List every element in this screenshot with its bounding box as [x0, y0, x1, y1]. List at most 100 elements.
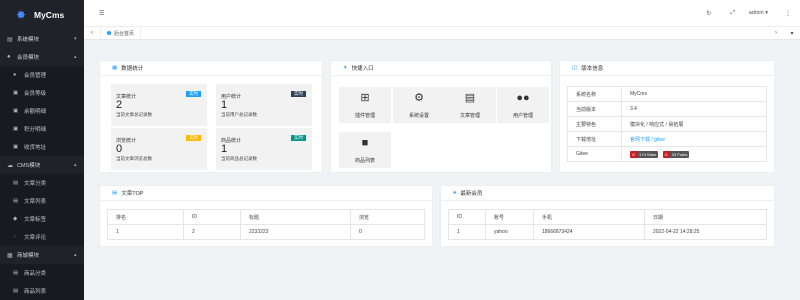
top-articles-card: ▤ 文章TOP 排名 ID 标题 浏览 1 2 2233223 0 [99, 185, 433, 247]
stat-value: 1 [221, 143, 228, 155]
sidebar-item-balance[interactable]: ▣ 余额明细 [0, 102, 84, 120]
sidebar-item-goods-list[interactable]: ▤ 商品列表 [0, 282, 84, 300]
stat-desc: 当前用户总记录数 [221, 112, 257, 117]
quick-article-button[interactable]: ▤ 文章管理 [444, 87, 496, 123]
sidebar-item-member-level[interactable]: ▣ 会员等级 [0, 84, 84, 102]
table-row[interactable]: 1 2 2233223 0 [107, 224, 425, 240]
stat-desc: 当前文章总记录数 [116, 112, 152, 117]
sidebar: ✸ MyCms ▤ 系统模块 ▾ ● 会员模块 ▴ ● 会员管理 ▣ 会员等级 … [0, 0, 84, 300]
tab-active-dot [107, 31, 111, 35]
list-icon: ▤ [13, 288, 19, 294]
sidebar-group-member[interactable]: ● 会员模块 ▴ [0, 48, 84, 66]
stat-users: 用户统计 实时 1 当前用户总记录数 [216, 84, 312, 126]
table-cell: 1 [448, 224, 486, 240]
sidebar-item-article-list[interactable]: ▤ 文章列表 [0, 192, 84, 210]
version-label: 系统名称 [567, 86, 622, 102]
stats-card-title: 数据统计 [121, 66, 144, 72]
sidebar-group-label: CMS模块 [17, 163, 41, 169]
shortcut-icon: ✦ [343, 65, 348, 71]
sidebar-item-label: 文章分类 [24, 181, 47, 187]
stat-badge: 实时 [291, 91, 306, 97]
quick-goods-button[interactable]: ■ 商品列表 [339, 132, 391, 168]
sidebar-item-label: 文章标签 [24, 217, 47, 223]
sidebar-group-label: 商城模块 [17, 253, 40, 259]
fullscreen-icon[interactable]: ⤢ [721, 10, 745, 17]
sidebar-item-label: 会员管理 [24, 73, 47, 79]
tab-menu-icon[interactable]: ▾ [784, 30, 800, 37]
version-header: ◫ 版本信息 [560, 61, 774, 76]
quick-label: 插件管理 [354, 113, 375, 119]
sidebar-item-label: 商品分类 [24, 271, 47, 277]
sidebar-item-address[interactable]: ▣ 收货地址 [0, 138, 84, 156]
table-cell: 0 [350, 224, 425, 240]
quick-entry-header: ✦ 快捷入口 [331, 61, 551, 76]
version-label: 主要特色 [567, 116, 622, 132]
file-icon: ▤ [464, 92, 476, 104]
refresh-icon[interactable]: ↻ [697, 10, 721, 17]
quick-entry-card: ✦ 快捷入口 ⊞ 插件管理 ⚙ 系统设置 ▤ 文章管理 ●● 用户管理 ■ 商品… [330, 60, 552, 173]
sidebar-item-label: 余额明细 [24, 109, 47, 115]
menu-fold-icon[interactable]: ☰ [99, 10, 104, 17]
column-header: 日期 [644, 209, 767, 225]
sidebar-item-article-category[interactable]: ▤ 文章分类 [0, 174, 84, 192]
list-icon: ▤ [13, 198, 19, 204]
quick-users-button[interactable]: ●● 用户管理 [497, 87, 549, 123]
sidebar-item-points[interactable]: ▣ 积分明细 [0, 120, 84, 138]
gitee-forks-badge[interactable]: G 33 Forks [662, 150, 690, 158]
stat-articles: 文章统计 实时 2 当前文章总记录数 [111, 84, 207, 126]
gitee-stars-badge[interactable]: G 174 Stars [630, 150, 659, 158]
latest-members-header: ● 最新会员 [441, 186, 774, 201]
table-row: Gitee G 174 Stars G 33 Forks [567, 146, 767, 162]
address-icon: ▣ [13, 144, 19, 150]
stat-badge: 实时 [186, 91, 201, 97]
users-icon: ● [7, 54, 11, 60]
sidebar-group-cms[interactable]: ☁ CMS模块 ▴ [0, 156, 84, 174]
tab-home[interactable]: 后台首页 [100, 26, 142, 40]
version-value: MyCms [621, 86, 767, 102]
sidebar-group-system[interactable]: ▤ 系统模块 ▾ [0, 30, 84, 48]
sidebar-item-goods-category[interactable]: ▤ 商品分类 [0, 264, 84, 282]
sidebar-group-shop[interactable]: ▦ 商城模块 ▴ [0, 246, 84, 264]
table-row[interactable]: 1 yahoo 18666873424 2022-04-22 14:28:25 [448, 224, 767, 240]
more-icon[interactable]: ⋮ [776, 10, 800, 17]
quick-plugin-button[interactable]: ⊞ 插件管理 [339, 87, 391, 123]
tag-icon: ◆ [13, 216, 18, 222]
sidebar-item-label: 会员等级 [24, 91, 47, 97]
logo[interactable]: ✸ MyCms [0, 0, 84, 30]
version-value: 3.4 [621, 101, 767, 117]
table-row: 下载地址 官网下载 / gitee [567, 131, 767, 147]
quick-label: 文章管理 [459, 113, 480, 119]
column-header: ID [183, 209, 241, 225]
chevron-up-icon: ▴ [74, 54, 77, 60]
users-icon: ● [453, 190, 457, 196]
version-label: 下载地址 [567, 131, 622, 147]
quick-settings-button[interactable]: ⚙ 系统设置 [393, 87, 445, 123]
sidebar-group-label: 系统模块 [17, 37, 40, 43]
stat-badge: 实时 [291, 135, 306, 141]
table-header-row: 排名 ID 标题 浏览 [107, 209, 425, 225]
user-menu[interactable]: admin ▾ [749, 10, 768, 16]
category-icon: ▤ [13, 270, 19, 276]
download-links[interactable]: 官网下载 / gitee [621, 131, 767, 147]
table-cell: yahoo [485, 224, 534, 240]
version-value: 模块化 / 响应式 / 易拓展 [621, 116, 767, 132]
column-header: 排名 [107, 209, 184, 225]
username: admin [748, 10, 764, 16]
stat-goods: 商品统计 实时 1 当前商品总记录数 [216, 128, 312, 170]
tab-prev-icon[interactable]: ‹ [84, 30, 100, 36]
sidebar-item-member-manage[interactable]: ● 会员管理 [0, 66, 84, 84]
table-cell: 18666873424 [533, 224, 645, 240]
quick-entry-title: 快捷入口 [351, 66, 374, 72]
stat-views: 浏览统计 实时 0 当前文章浏览总数 [111, 128, 207, 170]
chevron-up-icon: ▴ [74, 252, 77, 258]
users-icon: ●● [516, 92, 530, 104]
top-articles-header: ▤ 文章TOP [100, 186, 432, 201]
version-label: Gitee [567, 146, 622, 162]
users-icon: ● [13, 72, 17, 78]
wallet-icon: ▣ [13, 108, 19, 114]
badge-text: 33 Forks [669, 150, 690, 158]
tab-next-icon[interactable]: › [768, 30, 784, 36]
gitee-badges: G 174 Stars G 33 Forks [621, 146, 767, 162]
sidebar-item-article-tag[interactable]: ◆ 文章标签 [0, 210, 84, 228]
sidebar-item-article-comment[interactable]: ◌ 文章评论 [0, 228, 84, 246]
